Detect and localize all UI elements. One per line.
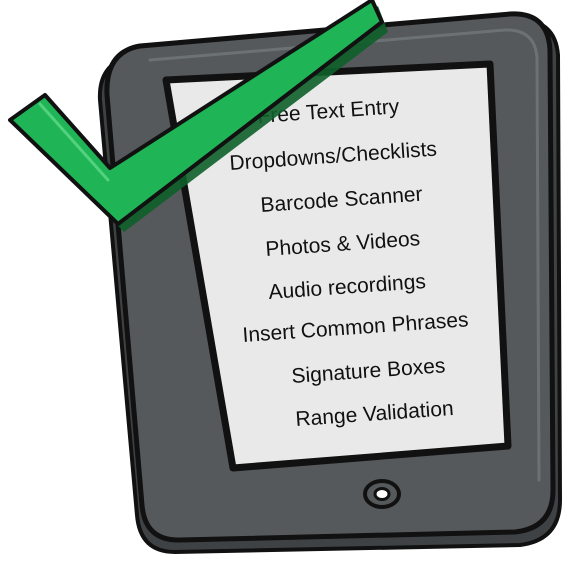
- home-button-icon[interactable]: [363, 479, 401, 509]
- tablet-illustration: Free Text Entry Dropdowns/Checklists Bar…: [8, 0, 562, 554]
